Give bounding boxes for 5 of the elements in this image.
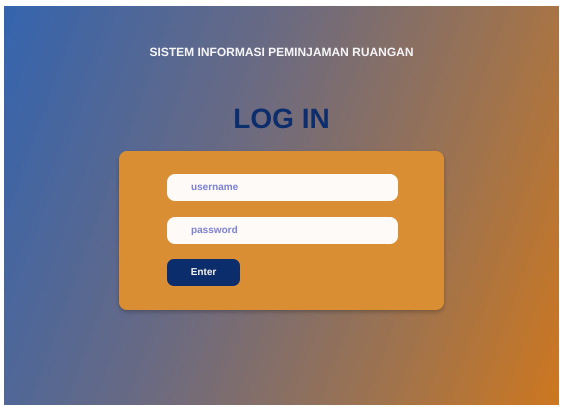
username-field[interactable]: username <box>167 174 398 201</box>
login-heading: LOG IN <box>233 102 330 136</box>
password-field[interactable]: password <box>167 217 398 244</box>
app-title: SISTEM INFORMASI PEMINJAMAN RUANGAN <box>149 45 414 59</box>
enter-button[interactable]: Enter <box>167 259 240 286</box>
